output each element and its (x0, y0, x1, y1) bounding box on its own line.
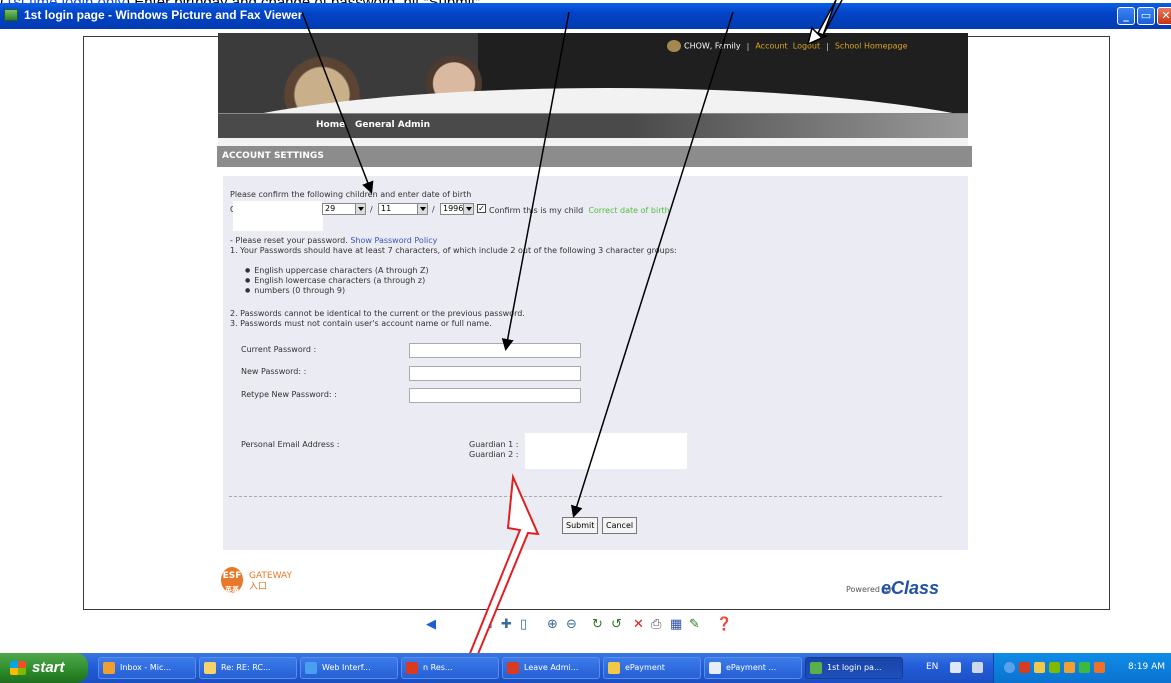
birth-month-select[interactable]: 11 (378, 203, 428, 215)
antivirus-tray-icon[interactable] (1019, 662, 1030, 673)
taskbar: start Inbox - Mic... Re: RE: RC... Web I… (0, 653, 1171, 683)
form-divider (229, 496, 942, 497)
taskbar-item[interactable]: ePayment (603, 657, 701, 679)
taskbar-item[interactable]: n Res... (401, 657, 499, 679)
dob-status: Correct date of birth (588, 206, 670, 215)
best-fit-icon[interactable]: ⊞ (482, 617, 493, 633)
clock[interactable]: 8:19 AM (1128, 662, 1165, 672)
eclass-logo: eClass (881, 578, 940, 598)
outlook-icon (103, 662, 115, 674)
window-title-bar[interactable]: 1st login page - Windows Picture and Fax… (0, 3, 1171, 29)
main-nav: Home General Admin (218, 113, 968, 138)
birth-day-select[interactable]: 29 (322, 203, 366, 215)
user-name: CHOW, Family (684, 41, 741, 51)
zoom-in-icon[interactable]: ⊕ (547, 617, 558, 633)
birth-year-select[interactable]: 1996 (440, 203, 474, 215)
nav-general-admin[interactable]: General Admin (355, 120, 430, 130)
submit-button[interactable]: Submit (562, 517, 599, 534)
rotate-counterclockwise-icon[interactable]: ↺ (611, 617, 622, 633)
maximize-button[interactable]: ▭ (1137, 7, 1155, 25)
back-tray-icon[interactable] (1004, 662, 1015, 673)
minimize-button[interactable]: _ (1117, 7, 1135, 25)
document-icon (709, 662, 721, 674)
folder-icon (608, 662, 620, 674)
taskbar-item[interactable]: Re: RE: RC... (199, 657, 297, 679)
app-tray-icon[interactable] (1064, 662, 1075, 673)
taskbar-item[interactable]: Leave Admi... (502, 657, 600, 679)
retype-password-label: Retype New Password: : (241, 390, 337, 399)
school-homepage-link[interactable]: School Homepage (835, 42, 908, 51)
current-password-input[interactable] (409, 343, 581, 358)
page-footer (218, 552, 968, 606)
taskbar-item[interactable]: Web Interf... (300, 657, 398, 679)
update-tray-icon[interactable] (1049, 662, 1060, 673)
esf-logo: ESF 英基 (221, 567, 243, 594)
internet-explorer-icon (305, 662, 317, 674)
new-password-input[interactable] (409, 366, 581, 381)
system-tray: 8:19 AM (993, 653, 1171, 683)
language-indicator[interactable]: EN (926, 662, 938, 672)
logout-link[interactable]: Logout (793, 42, 820, 51)
password-rule-3: 3. Passwords must not contain user's acc… (230, 319, 492, 328)
password-rule-2: 2. Passwords cannot be identical to the … (230, 309, 525, 318)
policy-bullet: English uppercase characters (A through … (245, 266, 428, 275)
header-user-links: CHOW, Family | Account Logout | School Homep… (667, 40, 908, 52)
retype-password-input[interactable] (409, 388, 581, 403)
close-button[interactable]: ✕ (1157, 7, 1171, 25)
taskbar-item[interactable]: Inbox - Mic... (98, 657, 196, 679)
account-link[interactable]: Account (755, 42, 787, 51)
mail-icon (204, 662, 216, 674)
chevron-down-icon (417, 204, 427, 214)
confirm-child-label: Confirm this is my child Correct date of… (489, 206, 670, 215)
email-label: Personal Email Address : (241, 440, 340, 449)
start-button[interactable]: start (0, 653, 88, 683)
picture-viewer-icon (4, 9, 18, 21)
reset-password-line: - Please reset your password. Show Passw… (230, 236, 438, 245)
window-title: 1st login page - Windows Picture and Fax… (24, 8, 303, 22)
slideshow-icon[interactable]: ▯ (520, 617, 527, 633)
office-tray-icon[interactable] (1094, 662, 1105, 673)
ipl-icon (507, 662, 519, 674)
section-title: ACCOUNT SETTINGS (222, 151, 324, 161)
account-settings-panel (223, 176, 968, 550)
previous-image-icon[interactable]: ◀ (426, 617, 436, 633)
policy-bullet: numbers (0 through 9) (245, 286, 345, 295)
guardian-2-label: Guardian 2 : (469, 450, 519, 459)
rotate-clockwise-icon[interactable]: ↻ (592, 617, 603, 633)
guardian-1-label: Guardian 1 : (469, 440, 519, 449)
zoom-out-icon[interactable]: ⊖ (566, 617, 577, 633)
gateway-logo-text: GATEWAY 入口 (249, 571, 292, 592)
windows-flag-icon (10, 661, 26, 675)
print-icon[interactable]: ⎙ (651, 617, 661, 633)
user-icon (667, 40, 681, 52)
taskbar-item-active[interactable]: 1st login pa... (805, 657, 903, 679)
taskbar-item[interactable]: ePayment ... (704, 657, 802, 679)
new-password-label: New Password: : (241, 367, 307, 376)
monitor-tray-icon[interactable] (1079, 662, 1090, 673)
section-header: ACCOUNT SETTINGS (217, 146, 972, 167)
guardian-email-box (525, 433, 687, 469)
ipl-icon (406, 662, 418, 674)
confirm-child-checkbox[interactable]: ✓ (477, 204, 486, 213)
help-tray-icon[interactable] (950, 662, 961, 673)
save-icon[interactable]: ▦ (670, 617, 682, 633)
actual-size-icon[interactable]: ✚ (501, 617, 512, 633)
picture-viewer-icon (810, 662, 822, 674)
delete-icon[interactable]: ✕ (633, 617, 644, 633)
cancel-button[interactable]: Cancel (602, 517, 638, 534)
screen: (1st time login only) Enter birthday and… (0, 0, 1171, 683)
network-tray-icon[interactable] (972, 662, 983, 673)
password-rule-1: 1. Your Passwords should have at least 7… (230, 246, 677, 255)
chevron-down-icon (355, 204, 365, 214)
security-tray-icon[interactable] (1034, 662, 1045, 673)
show-password-policy-link[interactable]: Show Password Policy (350, 236, 437, 245)
policy-bullet: English lowercase characters (a through … (245, 276, 425, 285)
confirm-intro: Please confirm the following children an… (230, 190, 472, 199)
chevron-down-icon (463, 204, 473, 214)
redacted-child-name (233, 201, 323, 231)
current-password-label: Current Password : (241, 345, 317, 354)
nav-home[interactable]: Home (316, 120, 345, 130)
help-icon[interactable]: ❓ (716, 617, 732, 633)
edit-icon[interactable]: ✎ (689, 617, 700, 633)
